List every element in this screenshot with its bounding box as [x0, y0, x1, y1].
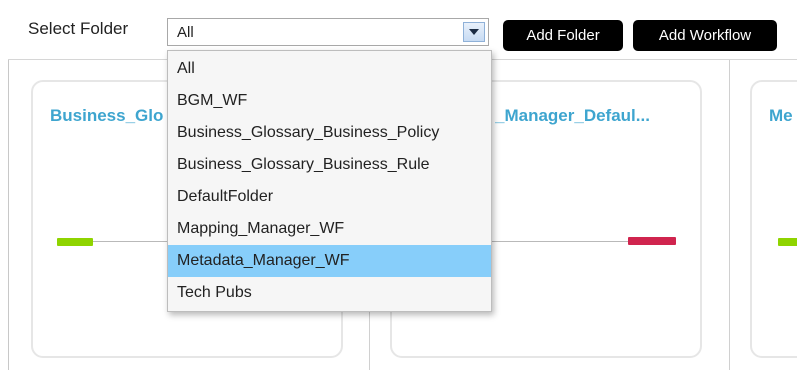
workflow-card[interactable]: Me [750, 80, 797, 358]
add-folder-button[interactable]: Add Folder [503, 20, 623, 51]
select-folder-label: Select Folder [28, 19, 129, 38]
start-node [57, 238, 93, 246]
dropdown-option-mapping-manager-wf[interactable]: Mapping_Manager_WF [168, 213, 491, 245]
folder-select[interactable]: All [167, 18, 489, 46]
dropdown-option-metadata-manager-wf[interactable]: Metadata_Manager_WF [168, 245, 491, 277]
chevron-down-icon[interactable] [463, 22, 485, 42]
dropdown-option-all[interactable]: All [168, 53, 491, 85]
end-node [628, 237, 676, 245]
folder-dropdown-list: All BGM_WF Business_Glossary_Business_Po… [167, 50, 492, 312]
folder-select-value: All [177, 24, 194, 41]
dropdown-option-business-glossary-business-rule[interactable]: Business_Glossary_Business_Rule [168, 149, 491, 181]
dropdown-option-business-glossary-business-policy[interactable]: Business_Glossary_Business_Policy [168, 117, 491, 149]
add-workflow-button[interactable]: Add Workflow [633, 20, 777, 51]
workflow-card-title[interactable]: _Manager_Defaul... [495, 106, 695, 126]
dropdown-option-defaultfolder[interactable]: DefaultFolder [168, 181, 491, 213]
workflow-card-title[interactable]: Me [769, 106, 797, 126]
column-divider [729, 60, 730, 370]
dropdown-option-bgm-wf[interactable]: BGM_WF [168, 85, 491, 117]
start-node [778, 238, 797, 246]
dropdown-option-tech-pubs[interactable]: Tech Pubs [168, 277, 491, 309]
connector-line [492, 241, 628, 242]
